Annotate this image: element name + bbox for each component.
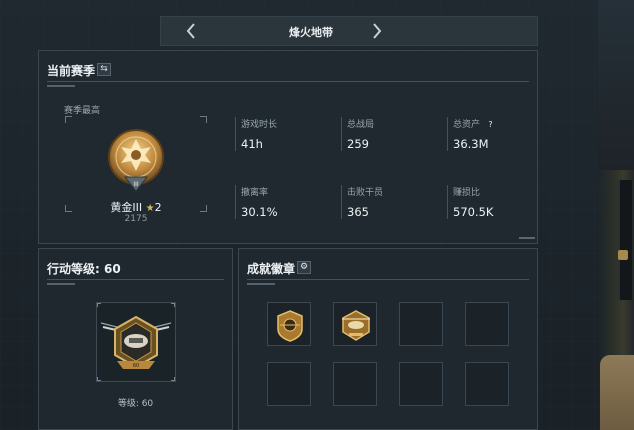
svg-text:III: III bbox=[133, 181, 139, 188]
chevron-right-icon[interactable] bbox=[367, 20, 387, 42]
badge-slot[interactable] bbox=[267, 302, 311, 346]
rank-label: 赛季最高 bbox=[64, 106, 101, 116]
badge-gold-helicopter-icon bbox=[342, 310, 370, 341]
stat-play-time: 游戏时长 41h bbox=[241, 120, 278, 151]
star-icon: ★ bbox=[145, 203, 155, 214]
stat-extraction-rate: 撤离率 30.1% bbox=[241, 188, 278, 219]
badge-gold-shield-icon bbox=[277, 310, 303, 342]
badge-slot[interactable] bbox=[267, 362, 311, 406]
season-header: 当前赛季 bbox=[47, 64, 96, 78]
character-figure bbox=[598, 0, 634, 430]
action-level-text: 等级: 60 bbox=[117, 399, 154, 409]
stat-total-assets: 总资产? 36.3M bbox=[453, 117, 496, 151]
action-level-panel: 行动等级: 60 60 等级: 60 bbox=[38, 248, 233, 430]
help-icon[interactable]: ? bbox=[485, 119, 496, 130]
badge-slot[interactable] bbox=[333, 362, 377, 406]
divider bbox=[47, 81, 529, 87]
mode-selector: 烽火地带 bbox=[160, 16, 538, 46]
chevron-left-icon[interactable] bbox=[181, 20, 201, 42]
achievement-badges-panel: 成就徽章 ⚙ bbox=[238, 248, 538, 430]
stat-profit-loss-ratio: 赚损比 570.5K bbox=[453, 188, 494, 219]
gold-rank-medal-icon: III bbox=[103, 125, 169, 197]
badge-slot[interactable] bbox=[465, 302, 509, 346]
stat-total-matches: 总战局 259 bbox=[347, 120, 375, 151]
svg-text:60: 60 bbox=[133, 363, 139, 369]
rank-name: 黄金III ★2 bbox=[110, 201, 162, 214]
rank-points: 2175 bbox=[124, 214, 148, 224]
gear-icon[interactable]: ⚙ bbox=[297, 261, 311, 274]
badge-slot[interactable] bbox=[465, 362, 509, 406]
stat-operators-defeated: 击败干员 365 bbox=[347, 188, 384, 219]
badges-header: 成就徽章 bbox=[247, 262, 296, 276]
badge-slot[interactable] bbox=[333, 302, 377, 346]
badge-slot[interactable] bbox=[399, 362, 443, 406]
badge-slot[interactable] bbox=[399, 302, 443, 346]
swap-icon[interactable]: ⇆ bbox=[97, 63, 111, 76]
helicopter-emblem-icon: 60 bbox=[99, 309, 173, 375]
current-season-panel: 当前赛季 ⇆ 赛季最高 III 黄金III ★2 2175 游戏时长 41h 总… bbox=[38, 50, 538, 244]
action-header: 行动等级: 60 bbox=[47, 262, 121, 276]
